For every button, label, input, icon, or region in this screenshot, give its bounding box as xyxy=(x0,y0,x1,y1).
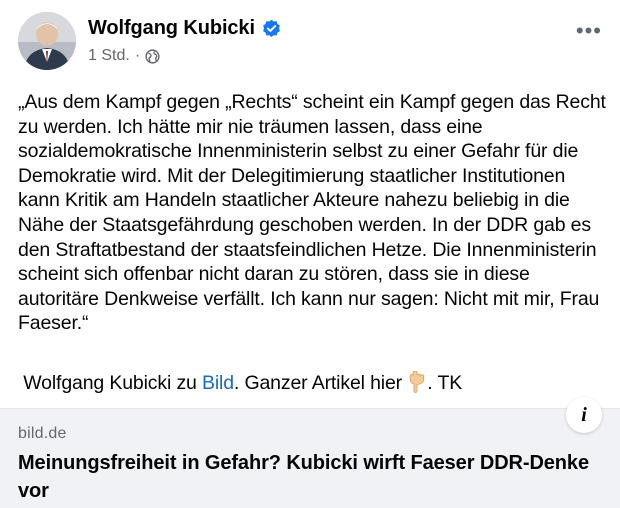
timestamp[interactable]: 1 Std. xyxy=(88,47,130,65)
verified-badge-icon xyxy=(262,19,281,38)
info-button[interactable]: i xyxy=(566,397,602,433)
pointing-down-hand-icon xyxy=(407,370,427,393)
post-meta: 1 Std. · xyxy=(88,47,160,65)
author-name-row: Wolfgang Kubicki xyxy=(88,17,281,40)
meta-separator: · xyxy=(134,47,141,64)
link-headline[interactable]: Meinungsfreiheit in Gefahr? Kubicki wirf… xyxy=(18,449,598,505)
link-preview-card[interactable]: i bild.de Meinungsfreiheit in Gefahr? Ku… xyxy=(0,397,620,508)
avatar[interactable] xyxy=(18,12,76,70)
attribution-prefix: Wolfgang Kubicki zu xyxy=(18,372,203,394)
globe-icon xyxy=(145,48,160,64)
attribution-middle: . Ganzer Artikel hier xyxy=(233,372,408,394)
author-name[interactable]: Wolfgang Kubicki xyxy=(88,17,255,40)
post-text: „Aus dem Kampf gegen „Rechts“ scheint ei… xyxy=(18,91,612,335)
attribution-line: Wolfgang Kubicki zu Bild. Ganzer Artikel… xyxy=(18,370,463,396)
more-options-icon[interactable]: ••• xyxy=(576,18,602,44)
attribution-suffix: . TK xyxy=(427,372,463,394)
bild-link[interactable]: Bild xyxy=(202,372,234,394)
link-domain: bild.de xyxy=(18,425,67,442)
